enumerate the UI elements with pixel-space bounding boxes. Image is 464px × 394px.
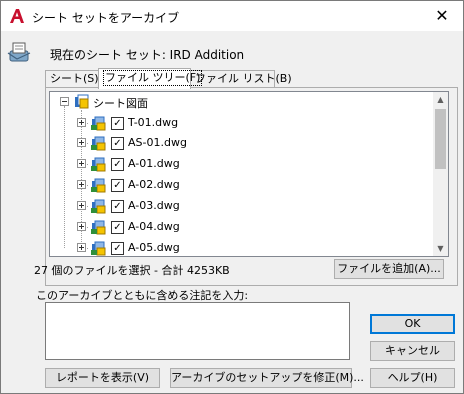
tab-sheets-label: シート(S) [50,72,99,85]
file-name-label: A-01.dwg [128,157,180,170]
file-tree[interactable]: シート図面 ✓ T-01.dwg ✓ AS-01.dwg ✓ A-01.dwg … [49,91,449,257]
check-icon: ✓ [113,118,122,129]
include-checkbox[interactable]: ✓ [111,137,124,150]
tree-file-row[interactable]: ✓ A-02.dwg [50,175,434,195]
tree-root-row[interactable]: シート図面 [50,92,434,112]
tab-file-tree-label: ファイル ツリー(F) [103,70,203,86]
notes-label: このアーカイブとともに含める注記を入力: [36,289,249,302]
ok-button[interactable]: OK [370,314,455,334]
include-checkbox[interactable]: ✓ [111,117,124,130]
include-checkbox[interactable]: ✓ [111,221,124,234]
include-checkbox[interactable]: ✓ [111,158,124,171]
close-icon: ✕ [435,6,449,25]
tree-file-row[interactable]: ✓ A-01.dwg [50,154,434,174]
tree-root-label: シート図面 [93,97,148,110]
scroll-thumb[interactable] [435,109,446,169]
scroll-up-arrow-icon[interactable]: ▲ [433,92,448,107]
file-name-label: A-04.dwg [128,220,180,233]
selection-summary: 27 個のファイルを選択 - 合計 4253KB [34,264,230,277]
check-icon: ✓ [113,159,122,170]
help-button[interactable]: ヘルプ(H) [370,368,455,388]
tab-file-list[interactable]: ファイル リスト(B) [190,70,292,88]
modify-archive-setup-button[interactable]: アーカイブのセットアップを修正(M)... [170,368,364,388]
tree-file-row[interactable]: ✓ A-03.dwg [50,196,434,216]
close-button[interactable]: ✕ [429,5,455,27]
include-checkbox[interactable]: ✓ [111,179,124,192]
expand-icon[interactable] [77,201,86,210]
expand-icon[interactable] [77,243,86,252]
expand-icon[interactable] [77,222,86,231]
file-name-label: A-02.dwg [128,178,180,191]
file-name-label: A-03.dwg [128,199,180,212]
check-icon: ✓ [113,138,122,149]
file-name-label: AS-01.dwg [128,136,187,149]
archive-sheet-set-dialog: シート セットをアーカイブ ✕ 現在のシート セット: IRD Addition… [0,0,464,394]
expand-icon[interactable] [77,138,86,147]
dwg-file-icon [91,199,106,214]
dwg-file-icon [91,157,106,172]
tab-file-tree[interactable]: ファイル ツリー(F) [98,68,203,89]
expand-icon[interactable] [77,118,86,127]
expand-icon[interactable] [77,180,86,189]
file-tree-panel: シート図面 ✓ T-01.dwg ✓ AS-01.dwg ✓ A-01.dwg … [45,87,458,286]
collapse-icon[interactable] [60,97,69,106]
tab-sheets[interactable]: シート(S) [45,70,99,88]
add-file-button[interactable]: ファイルを追加(A)... [334,259,444,279]
check-icon: ✓ [113,222,122,233]
dwg-file-icon [91,116,106,131]
dwg-file-icon [91,136,106,151]
dwg-file-icon [91,241,106,256]
tree-file-row[interactable]: ✓ T-01.dwg [50,113,434,133]
autocad-logo-icon [10,9,24,23]
sheet-set-icon [75,94,89,109]
check-icon: ✓ [113,201,122,212]
dwg-file-icon [91,220,106,235]
scroll-down-arrow-icon[interactable]: ▼ [433,241,448,256]
include-checkbox[interactable]: ✓ [111,200,124,213]
file-name-label: T-01.dwg [128,116,179,129]
file-name-label: A-05.dwg [128,241,180,254]
file-tree-rows: シート図面 ✓ T-01.dwg ✓ AS-01.dwg ✓ A-01.dwg … [50,92,434,256]
tree-file-row[interactable]: ✓ AS-01.dwg [50,133,434,153]
check-icon: ✓ [113,243,122,254]
tree-scrollbar[interactable]: ▲ ▼ [433,92,448,256]
window-title: シート セットをアーカイブ [32,11,180,25]
tab-file-list-label: ファイル リスト(B) [195,72,292,85]
tree-file-row[interactable]: ✓ A-05.dwg [50,238,434,256]
sheet-set-archive-icon [7,42,31,62]
view-report-button[interactable]: レポートを表示(V) [45,368,160,388]
dwg-file-icon [91,178,106,193]
expand-icon[interactable] [77,159,86,168]
tree-file-row[interactable]: ✓ A-04.dwg [50,217,434,237]
check-icon: ✓ [113,180,122,191]
include-checkbox[interactable]: ✓ [111,242,124,255]
notes-textarea[interactable] [45,302,350,360]
title-bar[interactable]: シート セットをアーカイブ ✕ [1,1,463,31]
cancel-button[interactable]: キャンセル [370,341,455,361]
current-sheet-set-label: 現在のシート セット: IRD Addition [50,48,245,62]
